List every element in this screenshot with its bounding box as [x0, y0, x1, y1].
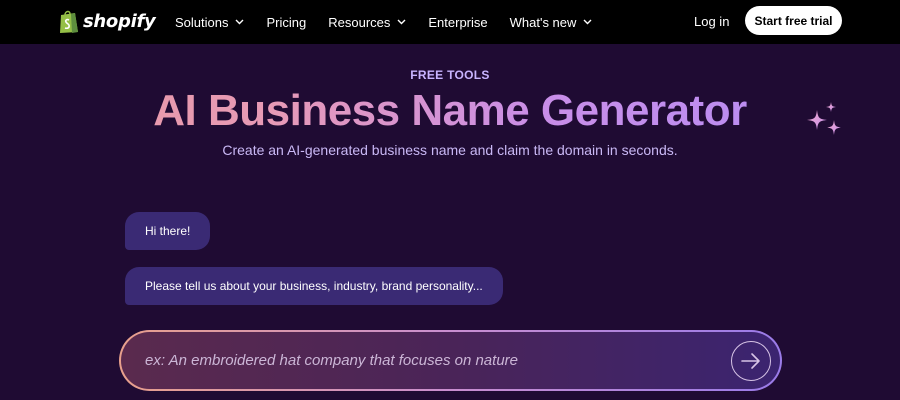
chevron-down-icon	[583, 19, 592, 25]
nav-item-label: What's new	[509, 14, 577, 30]
nav-menu: Solutions Pricing Resources Enterprise W…	[175, 0, 614, 44]
shopify-bag-icon	[60, 10, 78, 33]
input-inner	[121, 332, 780, 389]
page-subtitle: Create an AI-generated business name and…	[222, 142, 678, 158]
business-description-input[interactable]	[145, 352, 705, 369]
eyebrow-label: FREE TOOLS	[410, 68, 490, 82]
top-nav: shopify Solutions Pricing Resources Ente…	[0, 0, 900, 44]
logo-text: shopify	[83, 11, 156, 32]
nav-item-enterprise[interactable]: Enterprise	[428, 15, 487, 30]
chevron-down-icon	[235, 19, 244, 25]
chat-bubble-greeting: Hi there!	[125, 212, 211, 250]
start-free-trial-button[interactable]: Start free trial	[745, 6, 842, 35]
submit-button[interactable]	[731, 341, 771, 381]
nav-item-solutions[interactable]: Solutions	[175, 15, 244, 30]
page-title: AI Business Name Generator	[0, 86, 900, 136]
nav-item-label: Pricing	[266, 14, 307, 30]
nav-item-pricing[interactable]: Pricing	[266, 15, 306, 30]
business-description-input-container	[119, 330, 782, 391]
nav-item-label: Solutions	[175, 14, 229, 30]
chat-bubble-prompt: Please tell us about your business, indu…	[125, 267, 503, 305]
nav-item-label: Resources	[328, 14, 391, 30]
shopify-logo[interactable]: shopify	[58, 9, 156, 34]
chevron-down-icon	[397, 19, 406, 25]
nav-item-resources[interactable]: Resources	[328, 15, 406, 30]
login-link[interactable]: Log in	[694, 14, 729, 29]
chat-message-text: Please tell us about your business, indu…	[145, 279, 483, 293]
arrow-right-icon	[741, 353, 760, 369]
nav-item-label: Enterprise	[428, 14, 488, 30]
chat-message-text: Hi there!	[145, 224, 191, 238]
sparkle-icon	[807, 102, 841, 135]
nav-item-whats-new[interactable]: What's new	[510, 15, 593, 30]
